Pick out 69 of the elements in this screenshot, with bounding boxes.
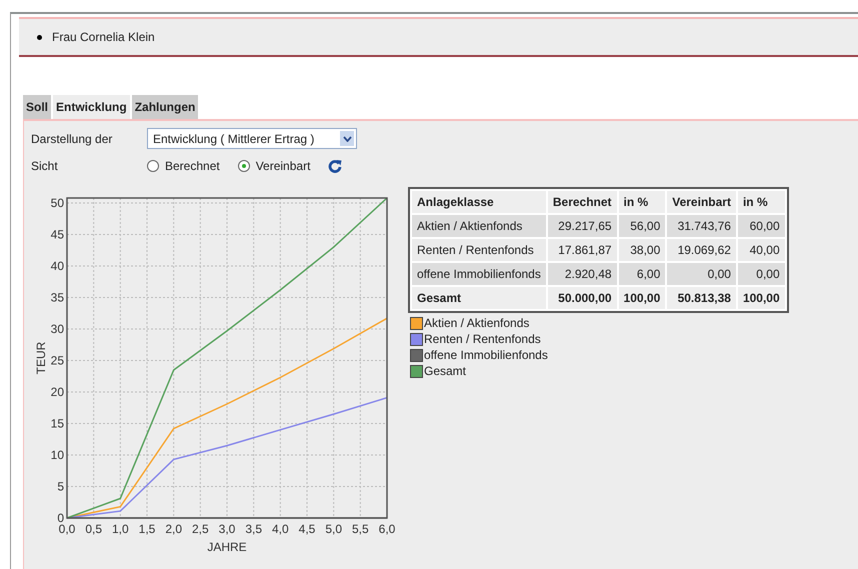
refresh-icon[interactable] xyxy=(328,158,342,172)
table-cell: 2.920,48 xyxy=(548,263,617,285)
legend-label: offene Immobilienfonds xyxy=(424,347,548,363)
table-cell: 31.743,76 xyxy=(667,215,736,237)
radio-label: Vereinbart xyxy=(256,158,310,174)
x-tick-label: 1,5 xyxy=(138,522,156,536)
y-tick-label: 50 xyxy=(50,196,64,210)
table-cell: Gesamt xyxy=(412,287,546,309)
y-tick-label: 5 xyxy=(57,480,64,494)
table-cell: 0,00 xyxy=(738,263,785,285)
x-tick-label: 5,0 xyxy=(325,522,342,536)
table-cell: 38,00 xyxy=(618,239,666,261)
column-header: Anlageklasse xyxy=(412,191,546,213)
table-cell: 0,00 xyxy=(667,263,736,285)
y-tick-label: 0 xyxy=(57,511,64,525)
caret-icon xyxy=(340,131,354,146)
table-cell: 40,00 xyxy=(738,239,785,261)
column-header: in % xyxy=(738,191,785,213)
y-tick-label: 40 xyxy=(50,259,64,274)
x-tick-label: 3,0 xyxy=(218,522,236,536)
x-tick-label: 5,5 xyxy=(352,522,369,536)
display-select[interactable]: Entwicklung ( Mittlerer Ertrag ) xyxy=(147,128,357,149)
table-cell: 50.000,00 xyxy=(548,287,617,309)
x-tick-label: 4,5 xyxy=(298,522,316,536)
radio-button[interactable] xyxy=(238,160,250,172)
y-axis-title: TEUR xyxy=(34,342,48,374)
legend-label: Renten / Rentenfonds xyxy=(424,331,541,347)
table-cell: 100,00 xyxy=(738,287,785,309)
tab[interactable]: Entwicklung xyxy=(53,95,130,119)
x-tick-label: 0,0 xyxy=(58,522,76,536)
table-cell: offene Immobilienfonds xyxy=(412,263,546,285)
table-cell: Aktien / Aktienfonds xyxy=(412,215,546,237)
y-tick-label: 15 xyxy=(50,416,64,430)
table-cell: 17.861,87 xyxy=(548,239,617,261)
y-tick-label: 25 xyxy=(50,354,64,368)
field-label: Sicht xyxy=(31,158,59,174)
tab[interactable]: Soll xyxy=(23,95,52,119)
bullet-icon xyxy=(37,34,42,40)
y-tick-label: 20 xyxy=(50,385,64,400)
x-tick-label: 1,0 xyxy=(112,522,129,536)
table-cell: 60,00 xyxy=(738,215,785,237)
radio-button[interactable] xyxy=(147,160,159,172)
x-tick-label: 2,5 xyxy=(192,522,209,536)
legend-label: Aktien / Aktienfonds xyxy=(424,315,530,331)
x-tick-label: 0,5 xyxy=(85,522,102,536)
table-cell: 6,00 xyxy=(618,263,666,285)
table-cell: 19.069,62 xyxy=(667,239,736,261)
x-tick-label: 6,0 xyxy=(378,522,396,536)
x-tick-label: 3,5 xyxy=(245,522,262,536)
table-cell: 50.813,38 xyxy=(667,287,736,309)
y-tick-label: 35 xyxy=(50,290,64,305)
y-tick-label: 10 xyxy=(50,448,64,462)
x-tick-label: 4,0 xyxy=(272,522,289,536)
table-cell: 100,00 xyxy=(618,287,666,309)
person-name: Frau Cornelia Klein xyxy=(52,29,155,46)
y-tick-label: 30 xyxy=(50,322,64,336)
field-label: Darstellung der xyxy=(31,130,114,148)
table-cell: Renten / Rentenfonds xyxy=(412,239,546,261)
column-header: Vereinbart xyxy=(667,191,736,213)
y-tick-label: 45 xyxy=(50,228,64,242)
legend-label: Gesamt xyxy=(424,363,466,379)
table-cell: 29.217,65 xyxy=(548,215,617,237)
radio-label: Berechnet xyxy=(165,158,220,174)
x-tick-label: 2,0 xyxy=(165,522,182,536)
column-header: Berechnet xyxy=(548,191,617,213)
column-header: in % xyxy=(618,191,666,213)
x-axis-title: JAHRE xyxy=(207,540,247,554)
table-cell: 56,00 xyxy=(618,215,666,237)
tab[interactable]: Zahlungen xyxy=(132,95,198,119)
